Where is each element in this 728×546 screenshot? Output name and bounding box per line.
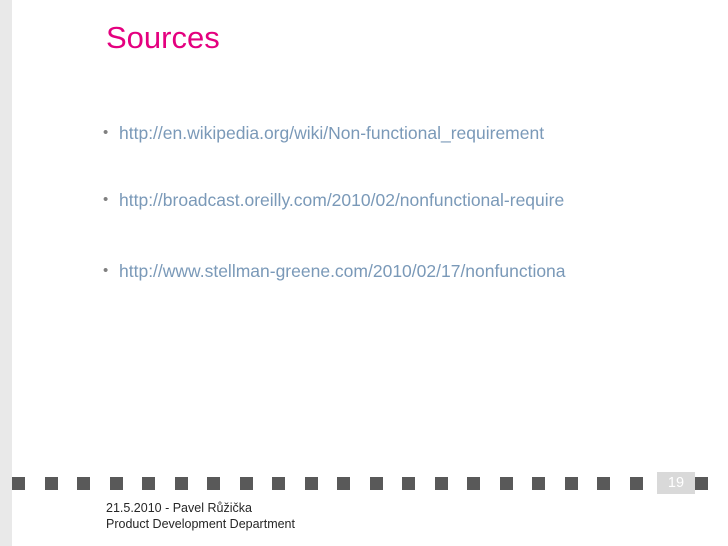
footer-dot-square <box>12 477 25 490</box>
footer-dot-square <box>337 477 350 490</box>
footer-dot-square <box>239 477 253 490</box>
footer-dot-square <box>77 477 90 490</box>
footer: 21.5.2010 - Pavel Růžička Product Develo… <box>106 500 295 532</box>
source-link[interactable]: http://www.stellman-greene.com/2010/02/1… <box>119 260 566 282</box>
footer-dot-square <box>304 477 318 490</box>
slide: Sources • http://en.wikipedia.org/wiki/N… <box>0 0 728 546</box>
footer-dot-square <box>532 477 545 490</box>
bullet-dot-icon: • <box>103 124 109 141</box>
bullet-dot-icon: • <box>103 262 109 279</box>
bullet-list: • http://en.wikipedia.org/wiki/Non-funct… <box>103 122 723 282</box>
footer-dot-square <box>629 477 643 490</box>
footer-dot-square <box>207 477 220 490</box>
page-title: Sources <box>106 20 220 55</box>
footer-dot-square <box>564 477 578 490</box>
list-item[interactable]: • http://en.wikipedia.org/wiki/Non-funct… <box>103 122 723 144</box>
footer-dot-square <box>44 477 58 490</box>
list-item[interactable]: • http://broadcast.oreilly.com/2010/02/n… <box>103 189 723 211</box>
footer-dot-square <box>597 477 610 490</box>
source-link[interactable]: http://broadcast.oreilly.com/2010/02/non… <box>119 189 564 211</box>
bullet-dot-icon: • <box>103 191 109 208</box>
footer-dot-square <box>174 477 188 490</box>
footer-dot-square <box>272 477 285 490</box>
footer-dot-square <box>109 477 123 490</box>
footer-line-date-author: 21.5.2010 - Pavel Růžička <box>106 501 252 515</box>
page-number: 19 <box>657 472 695 494</box>
footer-dot-square <box>402 477 415 490</box>
left-accent-bar <box>0 0 12 546</box>
footer-dot-square <box>694 477 708 490</box>
footer-dot-square <box>369 477 383 490</box>
footer-dot-strip <box>12 477 728 490</box>
list-item[interactable]: • http://www.stellman-greene.com/2010/02… <box>103 260 723 282</box>
footer-dot-square <box>434 477 448 490</box>
footer-dot-square <box>467 477 480 490</box>
footer-dot-square <box>499 477 513 490</box>
footer-line-department: Product Development Department <box>106 517 295 531</box>
source-link[interactable]: http://en.wikipedia.org/wiki/Non-functio… <box>119 122 544 144</box>
footer-dot-square <box>142 477 155 490</box>
